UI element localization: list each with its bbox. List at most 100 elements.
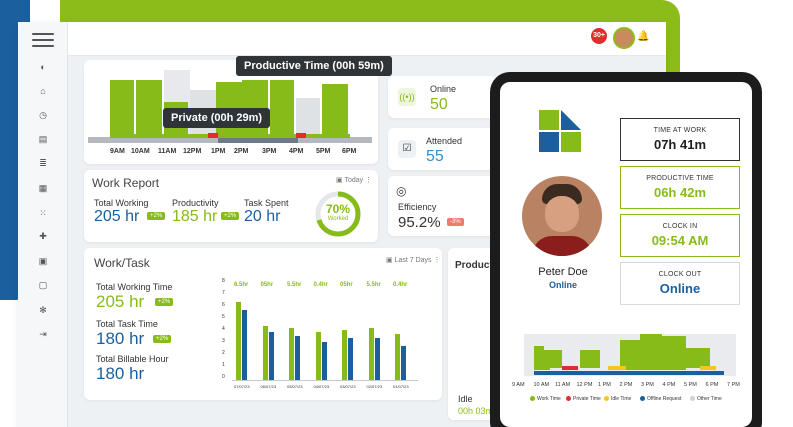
time-at-work-label: TIME AT WORK (653, 127, 707, 134)
worked-percent: 70% (325, 202, 351, 216)
work-task-title: Work/Task (94, 256, 150, 270)
list-icon[interactable]: ≣ (38, 158, 48, 168)
y-tick-label: 1 (222, 362, 225, 368)
hour-label: 1PM (211, 148, 226, 155)
total-working-time-label: Total Working Time (96, 282, 173, 292)
legend-item: Work Time (530, 396, 561, 402)
attended-card: ☑ Attended 55 (388, 128, 498, 170)
settings-icon[interactable]: ✻ (38, 305, 48, 315)
dashboard-icon[interactable]: ◐ (38, 62, 48, 72)
phone-hour-label: 6 PM (705, 382, 719, 388)
efficiency-card: ◎ Efficiency 95.2% -3% (388, 176, 498, 236)
calendar-icon[interactable]: ▣ (38, 256, 48, 266)
worked-label: Worked (327, 216, 349, 222)
total-task-time-value: 180 hr (96, 329, 145, 348)
productivity-value: 185 hr (172, 208, 218, 225)
total-working-label: Total Working (94, 198, 149, 208)
working-time-bar (262, 326, 268, 380)
book-icon[interactable]: ▤ (38, 134, 48, 144)
clock-in-box: CLOCK IN 09:54 AM (620, 214, 740, 257)
apps-icon[interactable]: ⁙ (38, 208, 48, 218)
y-tick-label: 5 (222, 314, 225, 320)
phone-hour-label: 1 PM (598, 382, 611, 388)
plus-icon[interactable]: ✚ (38, 231, 48, 241)
attended-value: 55 (426, 148, 444, 165)
legend-item: Offline Request (640, 396, 681, 402)
productivity-label: Productivity (172, 198, 219, 208)
legend-swatch (530, 396, 535, 402)
idle-value: 00h 03m (458, 406, 494, 416)
productive-time-tooltip: Productive Time (00h 59m) (236, 56, 392, 76)
app-canvas: ◐ ⌂ ◷ ▤ ≣ ▦ ⁙ ✚ ▣ ▢ ✻ ⇥ 30+ 🔔 9AM 10AM 1… (0, 0, 793, 427)
table-icon[interactable]: ▦ (38, 183, 48, 193)
task-time-bar (242, 310, 247, 380)
legend-label: Other Time (697, 396, 722, 402)
bar-top-label: 0.4hr (313, 282, 328, 288)
range-filter[interactable]: ▣ Last 7 Days ⋮ (386, 256, 440, 264)
hour-label: 10AM (131, 148, 150, 155)
phone-hour-label: 10 AM (533, 382, 550, 388)
date-label: 06/07/23 (260, 384, 277, 389)
hour-label: 11AM (158, 148, 177, 155)
work-report-title: Work Report (92, 176, 160, 190)
document-icon[interactable]: ▢ (38, 280, 48, 290)
total-task-time-label: Total Task Time (96, 319, 158, 329)
task-time-bar (374, 338, 380, 380)
home-icon[interactable]: ⌂ (38, 86, 48, 96)
employee-status: Online (548, 280, 577, 290)
target-icon: ◎ (396, 184, 407, 198)
total-working-time-value: 205 hr (96, 292, 145, 311)
phone-hour-label: 3 PM (641, 382, 654, 388)
task-time-bar (268, 332, 274, 380)
hour-label: 3PM (262, 148, 277, 155)
user-avatar[interactable] (613, 27, 635, 49)
online-card: ((•)) Online 50 (388, 76, 498, 118)
clock-icon[interactable]: ◷ (38, 110, 48, 120)
bar-top-label: 05hr (260, 282, 274, 288)
bell-icon[interactable]: 🔔 (637, 31, 649, 43)
legend-item: Other Time (690, 396, 722, 402)
calendar-icon: ▣ (386, 257, 395, 264)
logout-icon[interactable]: ⇥ (38, 329, 48, 339)
date-label: 04/07/23 (313, 384, 330, 389)
legend-label: Private Time (573, 396, 601, 402)
menu-icon[interactable] (32, 33, 54, 47)
phone-hour-label: 9 AM (512, 382, 525, 388)
legend-swatch (604, 396, 609, 402)
working-time-bar (315, 332, 321, 380)
legend-item: Private Time (566, 396, 601, 402)
clock-in-label: CLOCK IN (662, 223, 698, 230)
online-value: 50 (430, 96, 448, 113)
total-task-time-badge: +2% (153, 335, 172, 343)
total-working-time-badge: +2% (155, 298, 174, 306)
working-time-bar (342, 330, 347, 380)
y-tick-label: 4 (222, 326, 225, 332)
hour-label: 2PM (234, 148, 249, 155)
top-bar (68, 22, 666, 56)
bar-top-label: 0.4hr (393, 282, 408, 288)
app-logo (539, 110, 581, 152)
legend-swatch (690, 396, 695, 402)
task-time-bar (401, 346, 406, 380)
productive-time-label: PRODUCTIVE TIME (646, 175, 714, 182)
legend-label: Idle Time (611, 396, 632, 402)
date-filter[interactable]: ▣ Today ⋮ (336, 176, 372, 184)
legend-label: Work Time (537, 396, 561, 402)
total-billable-value: 180 hr (96, 364, 145, 383)
phone-hour-label: 4 PM (662, 382, 676, 388)
y-tick-label: 0 (222, 374, 225, 380)
legend-swatch (640, 396, 645, 402)
phone-hour-label: 5 PM (684, 382, 697, 388)
total-billable-label: Total Billable Hour (96, 354, 169, 364)
working-time-bar (395, 334, 400, 380)
hour-label: 4PM (289, 148, 304, 155)
working-time-bar (368, 328, 374, 380)
task-time-bar (295, 336, 300, 380)
productivity-badge: +2% (221, 212, 240, 220)
signal-icon: ((•)) (398, 88, 416, 106)
notification-badge[interactable]: 30+ (591, 28, 607, 44)
task-spent-label: Task Spent (244, 198, 289, 208)
time-at-work-box: TIME AT WORK 07h 41m (620, 118, 740, 161)
date-label: 01/07/23 (393, 384, 409, 389)
time-at-work-value: 07h 41m (653, 137, 707, 152)
